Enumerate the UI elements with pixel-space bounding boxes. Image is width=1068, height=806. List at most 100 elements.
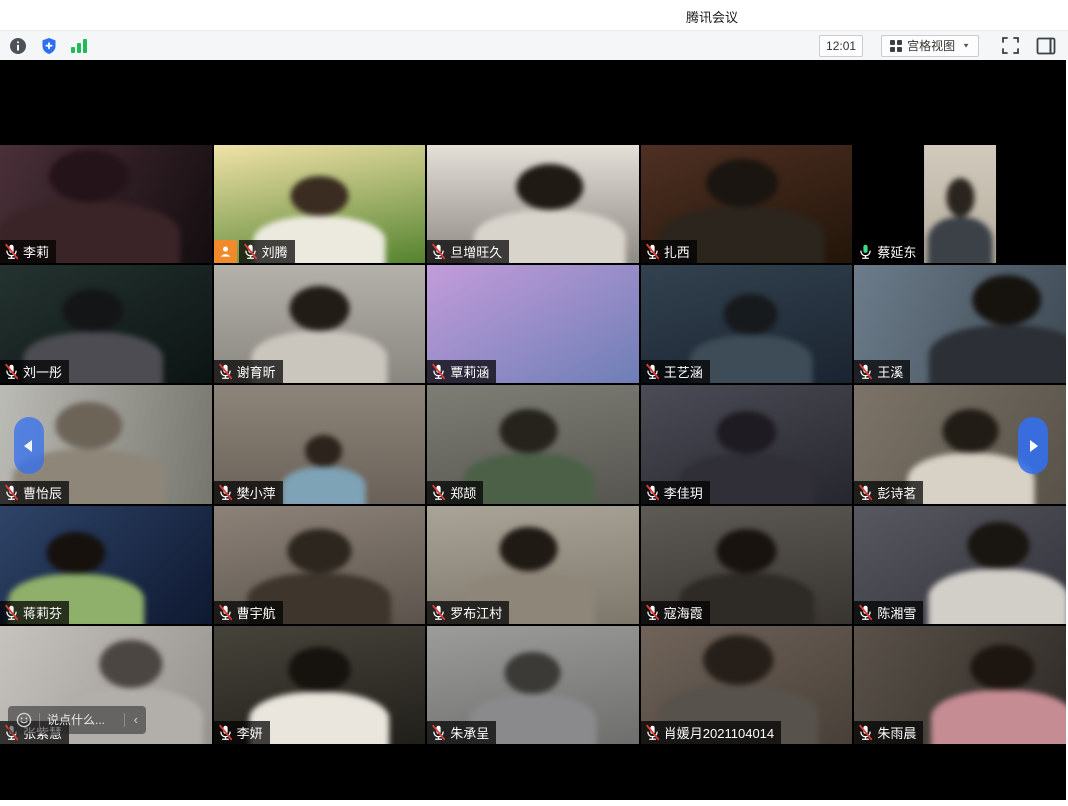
video-tile-2[interactable]: 刘腾 (214, 145, 426, 263)
security-shield-icon[interactable] (40, 37, 58, 55)
participant-name: 扎西 (664, 242, 690, 261)
participant-label: 寇海霞 (641, 601, 710, 624)
mic-muted-icon (857, 604, 874, 621)
mic-muted-icon (857, 724, 874, 741)
chat-input-bar[interactable]: 说点什么... ‹ (8, 706, 146, 734)
nameplate: 王溪 (854, 360, 910, 383)
participant-label: 彭诗茗 (854, 481, 923, 504)
participant-name: 肖媛月2021104014 (664, 723, 774, 742)
participant-name: 曹怡辰 (23, 483, 62, 502)
mic-muted-icon (644, 724, 661, 741)
participant-label: 扎西 (641, 240, 697, 263)
video-tile-13[interactable]: 郑颉 (427, 385, 639, 503)
video-tile-19[interactable]: 寇海霞 (641, 506, 853, 624)
participant-name: 谢育昕 (237, 362, 276, 381)
chevron-left-icon (24, 440, 32, 452)
nameplate: 彭诗茗 (854, 481, 923, 504)
participant-label: 蒋莉芬 (0, 601, 69, 624)
side-panel-toggle-icon[interactable] (1036, 37, 1056, 55)
video-tile-14[interactable]: 李佳玥 (641, 385, 853, 503)
collapse-chat-icon[interactable]: ‹ (132, 712, 138, 727)
participant-silhouette (928, 522, 1066, 624)
video-tile-20[interactable]: 陈湘雪 (854, 506, 1066, 624)
participant-name: 罗布江村 (450, 603, 502, 622)
nameplate: 王艺涵 (641, 360, 710, 383)
participant-label: 刘腾 (214, 240, 295, 263)
video-tile-23[interactable]: 朱承呈 (427, 626, 639, 744)
mic-muted-icon (217, 484, 234, 501)
fullscreen-icon[interactable] (1001, 36, 1020, 55)
video-tile-16[interactable]: 蒋莉芬 (0, 506, 212, 624)
emoji-icon[interactable] (16, 712, 32, 728)
video-tile-7[interactable]: 谢育昕 (214, 265, 426, 383)
participant-label: 蔡延东 (854, 240, 923, 263)
participant-name: 彭诗茗 (877, 483, 916, 502)
participant-label: 李佳玥 (641, 481, 710, 504)
video-tile-3[interactable]: 旦增旺久 (427, 145, 639, 263)
mic-active-icon (857, 243, 874, 260)
video-tile-9[interactable]: 王艺涵 (641, 265, 853, 383)
participant-name: 李佳玥 (664, 483, 703, 502)
mic-muted-icon (3, 363, 20, 380)
grid-view-icon (890, 40, 902, 52)
video-tile-8[interactable]: 覃莉涵 (427, 265, 639, 383)
portrait-video-strip (924, 145, 996, 263)
participant-label: 朱承呈 (427, 721, 496, 744)
video-tile-10[interactable]: 王溪 (854, 265, 1066, 383)
participant-label: 陈湘雪 (854, 601, 923, 624)
nameplate: 李佳玥 (641, 481, 710, 504)
video-tile-22[interactable]: 李妍 (214, 626, 426, 744)
app-title: 腾讯会议 (686, 7, 738, 26)
participant-label: 曹怡辰 (0, 481, 69, 504)
video-tile-12[interactable]: 樊小萍 (214, 385, 426, 503)
participant-silhouette (281, 435, 366, 504)
nameplate: 蒋莉芬 (0, 601, 69, 624)
mic-muted-icon (857, 363, 874, 380)
participant-name: 王溪 (877, 362, 903, 381)
nameplate: 蔡延东 (854, 240, 923, 263)
meeting-info-icon[interactable] (9, 37, 27, 55)
view-mode-button[interactable]: 宫格视图 ▼ (881, 35, 979, 57)
video-tile-18[interactable]: 罗布江村 (427, 506, 639, 624)
video-tile-5[interactable]: 蔡延东 (854, 145, 1066, 263)
participant-label: 樊小萍 (214, 481, 283, 504)
video-tile-25[interactable]: 朱雨晨 (854, 626, 1066, 744)
video-tile-21[interactable]: 张紫慧 说点什么... ‹ (0, 626, 212, 744)
mic-muted-icon (217, 724, 234, 741)
mic-muted-icon (217, 363, 234, 380)
participant-label: 李莉 (0, 240, 56, 263)
mic-muted-icon (430, 604, 447, 621)
nameplate: 朱承呈 (427, 721, 496, 744)
next-page-button[interactable] (1018, 417, 1048, 474)
previous-page-button[interactable] (14, 417, 44, 474)
nameplate: 曹宇航 (214, 601, 283, 624)
nameplate: 曹怡辰 (0, 481, 69, 504)
nameplate: 朱雨晨 (854, 721, 923, 744)
nameplate: 樊小萍 (214, 481, 283, 504)
video-tile-17[interactable]: 曹宇航 (214, 506, 426, 624)
nameplate: 谢育昕 (214, 360, 283, 383)
nameplate: 李妍 (214, 721, 270, 744)
nameplate: 陈湘雪 (854, 601, 923, 624)
bottom-margin (0, 800, 1068, 806)
mic-muted-icon (217, 604, 234, 621)
participant-label: 王艺涵 (641, 360, 710, 383)
video-tile-6[interactable]: 刘一彤 (0, 265, 212, 383)
video-tile-1[interactable]: 李莉 (0, 145, 212, 263)
participant-name: 刘一彤 (23, 362, 62, 381)
participant-label: 覃莉涵 (427, 360, 496, 383)
nameplate: 刘腾 (239, 240, 295, 263)
chat-input[interactable]: 说点什么... (47, 711, 117, 728)
participant-name: 朱承呈 (450, 723, 489, 742)
chevron-down-icon: ▼ (962, 42, 970, 49)
nameplate: 刘一彤 (0, 360, 69, 383)
participant-silhouette (931, 645, 1066, 744)
participant-label: 肖媛月2021104014 (641, 721, 781, 744)
participant-name: 覃莉涵 (450, 362, 489, 381)
video-tile-24[interactable]: 肖媛月2021104014 (641, 626, 853, 744)
network-signal-icon[interactable] (71, 39, 87, 53)
mic-muted-icon (430, 243, 447, 260)
participant-silhouette (928, 275, 1066, 384)
participant-name: 陈湘雪 (877, 603, 916, 622)
video-tile-4[interactable]: 扎西 (641, 145, 853, 263)
